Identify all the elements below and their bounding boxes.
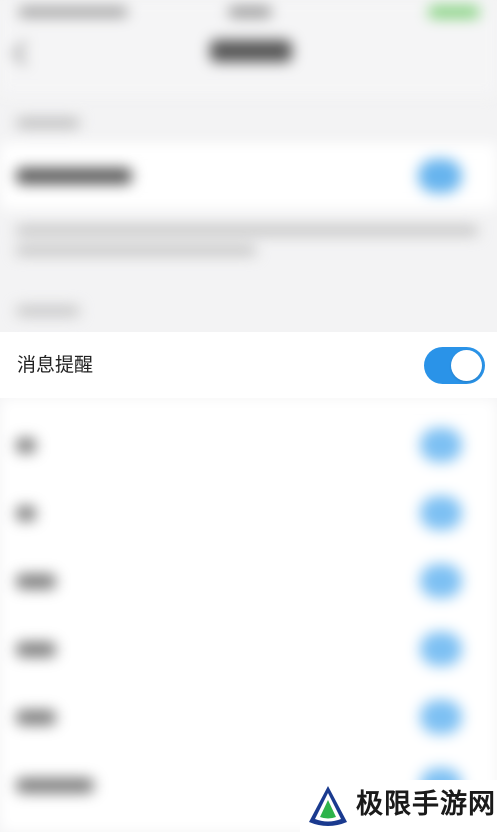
message-reminder-toggle[interactable] — [424, 347, 485, 384]
toggle-knob — [451, 350, 482, 381]
settings-list-blur — [0, 398, 497, 832]
list-item-label-blur — [16, 778, 94, 793]
toggle-switch-blur[interactable] — [420, 496, 462, 530]
status-time-blur — [228, 7, 272, 17]
list-item-label-blur — [16, 506, 36, 521]
list-item-label-blur — [16, 642, 56, 657]
list-item[interactable] — [0, 616, 497, 684]
watermark: 极限手游网 — [300, 780, 497, 832]
toggle-switch-blur[interactable] — [420, 428, 462, 462]
list-item[interactable] — [0, 548, 497, 616]
blurred-background — [0, 0, 497, 832]
back-arrow-icon[interactable] — [12, 41, 37, 66]
toggle-switch-blur[interactable] — [420, 564, 462, 598]
list-item[interactable] — [0, 480, 497, 548]
list-item-label-blur — [16, 574, 56, 589]
toggle-switch-blur[interactable] — [418, 159, 462, 193]
list-item-label-blur — [16, 710, 56, 725]
toggle-switch-blur[interactable] — [420, 632, 462, 666]
description-line-blur — [16, 226, 478, 235]
section-header-blur — [16, 306, 80, 316]
watermark-text: 极限手游网 — [356, 789, 496, 820]
list-item-label-blur — [16, 438, 36, 453]
triangle-logo-icon — [309, 786, 347, 826]
list-item[interactable] — [0, 412, 497, 480]
status-bar — [0, 0, 497, 26]
message-reminder-label: 消息提醒 — [17, 354, 94, 376]
settings-screen: 消息提醒 极限手游网 — [0, 0, 497, 832]
message-reminder-row[interactable]: 消息提醒 — [0, 332, 497, 398]
nav-bar — [0, 26, 497, 96]
list-item[interactable] — [0, 684, 497, 752]
battery-icon — [428, 6, 480, 18]
description-line-blur — [16, 246, 256, 255]
status-carrier-blur — [18, 7, 128, 17]
settings-row-label-blur — [16, 168, 132, 184]
toggle-switch-blur[interactable] — [420, 700, 462, 734]
page-title-blur — [210, 40, 292, 62]
settings-row-blur[interactable] — [0, 143, 497, 209]
section-header-blur — [16, 118, 80, 128]
